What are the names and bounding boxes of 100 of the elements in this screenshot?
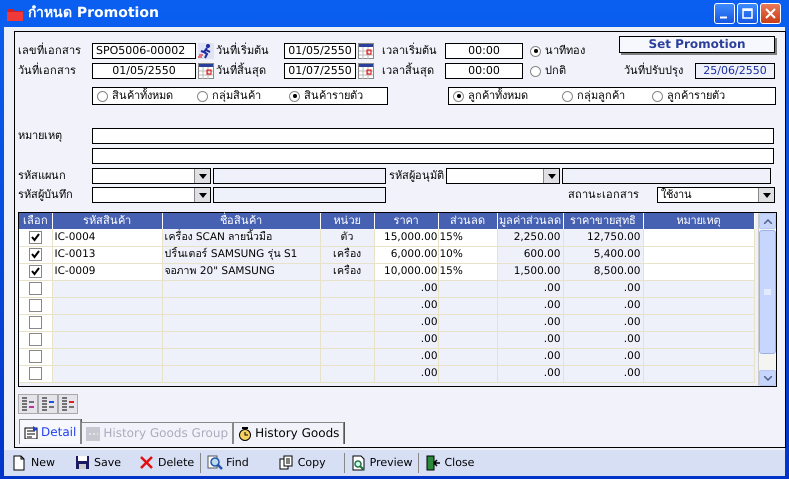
table-cell: .00 <box>497 314 563 331</box>
runner-button[interactable] <box>198 43 214 59</box>
tab[interactable]: Detail <box>19 419 82 444</box>
checkbox[interactable] <box>28 299 42 312</box>
list-arrow-button[interactable] <box>58 394 78 414</box>
column-header[interactable]: ชื่อสินค้า <box>162 213 320 229</box>
dropdown-field[interactable]: ใช้งาน <box>657 187 775 203</box>
scroll-down-button[interactable] <box>759 370 776 386</box>
copy-icon <box>278 455 295 471</box>
remark-field[interactable] <box>92 148 774 164</box>
name-field[interactable] <box>213 187 386 203</box>
checkbox[interactable] <box>28 248 42 261</box>
delete-icon <box>139 455 156 471</box>
column-header[interactable]: หมายเหตุ <box>643 213 754 229</box>
table-cell: 12,750.00 <box>563 229 643 246</box>
table-cell: ตัว <box>320 229 374 246</box>
table-cell: IC-0004 <box>52 229 162 246</box>
list-arrow-button[interactable] <box>18 394 38 414</box>
field-label: รหัสผู้อนุมัติ <box>389 169 445 183</box>
column-header[interactable]: ราคาขายสุทธิ <box>563 213 643 229</box>
checkbox[interactable] <box>28 316 42 329</box>
scroll-thumb[interactable] <box>759 230 776 354</box>
table-cell: 8,500.00 <box>563 263 643 280</box>
table-cell: .00 <box>497 365 563 382</box>
maximize-button[interactable] <box>737 3 758 24</box>
remark-field[interactable] <box>92 128 774 144</box>
dropdown-field[interactable] <box>92 168 211 184</box>
toolbar-button[interactable]: Find <box>203 455 253 471</box>
checkbox[interactable] <box>28 265 42 278</box>
table-cell: .00 <box>563 365 643 382</box>
name-field[interactable] <box>213 168 386 184</box>
table-cell: เครื่อง SCAN ลายนิ้วมือ <box>162 229 320 246</box>
checkbox[interactable] <box>28 282 42 295</box>
column-header[interactable]: ราคา <box>374 213 438 229</box>
radio-button[interactable]: กลุ่มลูกค้า <box>562 89 625 103</box>
name-field[interactable] <box>562 168 771 184</box>
minimize-button[interactable] <box>714 3 735 24</box>
toolbar-button[interactable]: Preview <box>346 455 416 471</box>
dropdown-field[interactable] <box>92 187 211 203</box>
table-cell: .00 <box>374 314 438 331</box>
radio-button[interactable]: สินค้าทั้งหมด <box>97 89 173 103</box>
door-exit-icon <box>425 455 442 471</box>
radio-button[interactable]: ลูกค้ารายตัว <box>652 89 725 103</box>
table-cell: 2,250.00 <box>497 229 563 246</box>
column-header[interactable]: รหัสสินค้า <box>52 213 162 229</box>
radio-button[interactable]: ปกติ <box>530 64 566 78</box>
column-header[interactable]: มูลค่าส่วนลด <box>497 213 563 229</box>
date-field[interactable]: 01/07/2550 <box>284 63 356 79</box>
time-field[interactable]: 00:00 <box>445 63 523 79</box>
table-cell: .00 <box>563 280 643 297</box>
column-header[interactable]: ส่วนลด <box>438 213 497 229</box>
toolbar-button[interactable]: New <box>8 455 59 471</box>
table-cell: .00 <box>374 297 438 314</box>
toolbar-button[interactable]: Delete <box>135 455 198 471</box>
grid-icon <box>86 426 100 440</box>
table-cell: .00 <box>563 314 643 331</box>
floppy-icon <box>75 455 91 471</box>
minimize-icon <box>720 16 726 18</box>
checkbox[interactable] <box>28 230 42 244</box>
date-field[interactable]: 01/05/2550 <box>92 63 196 79</box>
table-cell: .00 <box>563 348 643 365</box>
radio-button[interactable]: สินค้ารายตัว <box>289 89 363 103</box>
toolbar-button[interactable]: Close <box>421 455 478 471</box>
toolbar-button[interactable]: Save <box>71 455 126 471</box>
date-field: 25/06/2550 <box>695 63 775 79</box>
calendar-button[interactable] <box>358 63 374 79</box>
dropdown-field[interactable] <box>446 168 560 184</box>
table-cell: .00 <box>563 331 643 348</box>
radio-button[interactable]: กลุ่มสินค้า <box>197 89 261 103</box>
chevron-up-icon <box>764 218 772 224</box>
close-button[interactable] <box>760 3 781 24</box>
calendar-button[interactable] <box>198 63 214 79</box>
set-promotion-button[interactable]: Set Promotion <box>619 36 775 53</box>
field-label: วันที่สิ้นสุด <box>216 64 267 78</box>
table-cell: 6,000.00 <box>374 246 438 263</box>
time-field[interactable]: 00:00 <box>445 43 523 59</box>
search-icon <box>207 455 224 471</box>
table-cell: 600.00 <box>497 246 563 263</box>
checkbox[interactable] <box>28 350 42 363</box>
calendar-button[interactable] <box>358 43 374 59</box>
table-cell: IC-0013 <box>52 246 162 263</box>
tab[interactable]: History Goods <box>233 422 344 444</box>
text-field[interactable]: SPO5006-00002 <box>92 43 196 59</box>
checkbox[interactable] <box>28 333 42 346</box>
table-cell: 10% <box>438 246 497 263</box>
date-field[interactable]: 01/05/2550 <box>284 43 356 59</box>
maximize-icon <box>742 8 753 19</box>
toolbar-button[interactable]: Copy <box>274 455 330 471</box>
chevron-down-icon <box>764 376 772 380</box>
scroll-up-button[interactable] <box>759 213 776 229</box>
list-arrow-button[interactable] <box>38 394 58 414</box>
caret-icon <box>762 192 770 198</box>
column-header[interactable]: เลือก <box>19 213 52 229</box>
checkbox[interactable] <box>28 367 42 380</box>
radio-button[interactable]: ลูกค้าทั้งหมด <box>453 89 528 103</box>
scrollbar[interactable] <box>758 213 776 386</box>
radio-button[interactable]: นาทีทอง <box>530 44 585 58</box>
column-header[interactable]: หน่วย <box>320 213 374 229</box>
field-label: รหัสผู้บันทึก <box>18 188 74 202</box>
table-cell: .00 <box>374 331 438 348</box>
